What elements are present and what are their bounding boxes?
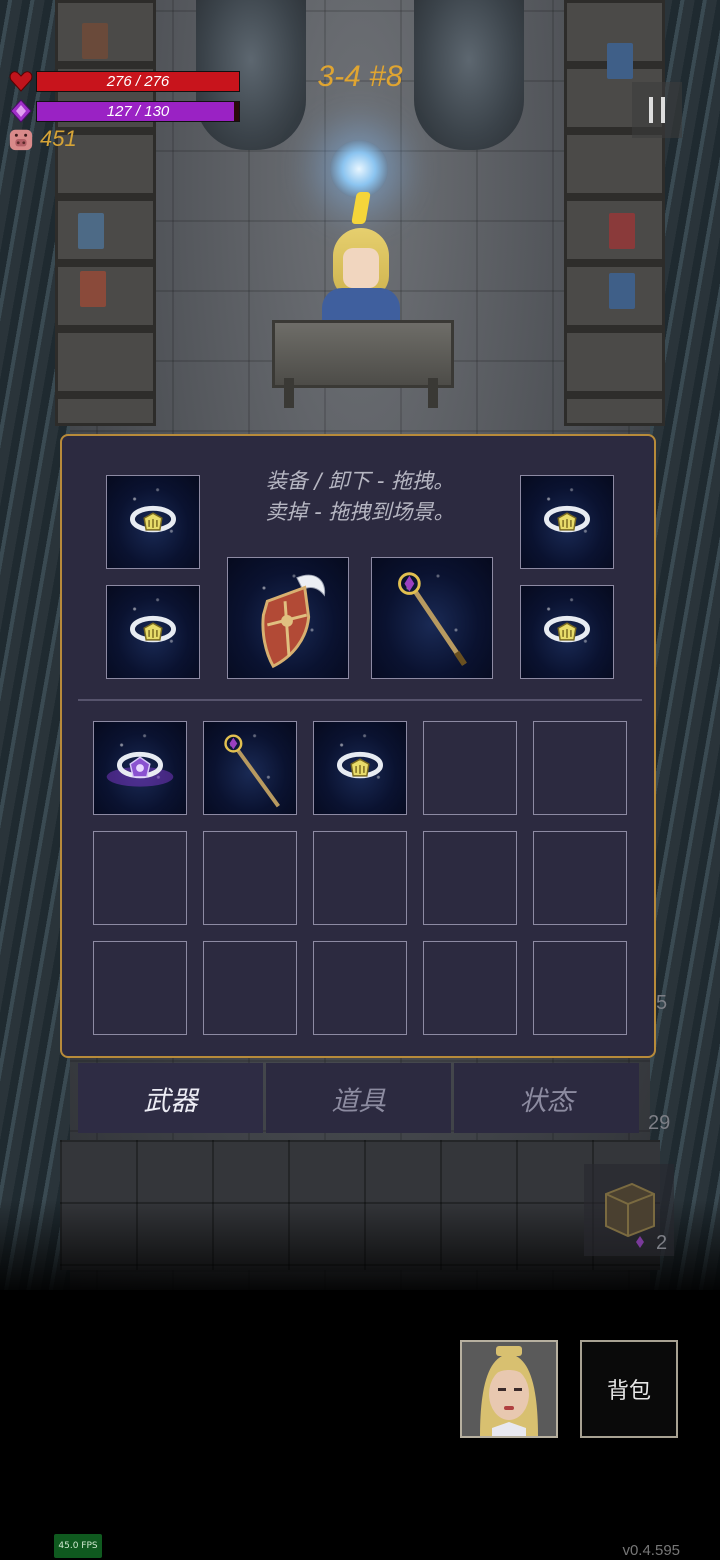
- pause-icon: [649, 97, 653, 123]
- bag-slot[interactable]: [203, 721, 297, 815]
- book: [78, 213, 104, 249]
- right-bookshelf: [564, 0, 665, 426]
- ring-yellow-gem-icon: [130, 505, 176, 533]
- book: [82, 23, 108, 59]
- desk-leg: [284, 378, 294, 408]
- ring-yellow-gem-icon: [337, 751, 383, 779]
- hp-row: 276 / 276: [8, 68, 240, 94]
- bag-slot[interactable]: [423, 721, 517, 815]
- equip-slot-ring-4[interactable]: [520, 585, 614, 679]
- bag-slot[interactable]: [533, 721, 627, 815]
- backpack-label: 背包: [606, 1379, 651, 1404]
- book: [609, 213, 635, 249]
- ring-yellow-gem-icon: [130, 615, 176, 643]
- book: [609, 273, 635, 309]
- side-counter-b: 29: [648, 1112, 671, 1134]
- side-counter-a: 5: [656, 992, 668, 1014]
- book: [607, 43, 633, 79]
- version-label: v0.4.595: [622, 1542, 680, 1559]
- cube-count: 2: [656, 1232, 668, 1254]
- instruction-sell: 卖掉 - 拖拽到场景。: [265, 500, 455, 524]
- staff-icon: [224, 734, 280, 808]
- hp-text: 276 / 276: [106, 72, 170, 90]
- character-portrait-icon: [462, 1342, 556, 1436]
- equip-slot-ring-1[interactable]: [106, 475, 200, 569]
- fps-counter: 45.0 FPS: [54, 1534, 102, 1558]
- pig-coin-icon: [8, 126, 34, 152]
- bag-slot[interactable]: [423, 941, 517, 1035]
- bag-slot[interactable]: [313, 831, 407, 925]
- bag-slot[interactable]: [93, 721, 187, 815]
- bag-slot[interactable]: [93, 831, 187, 925]
- ring-yellow-gem-icon: [544, 615, 590, 643]
- equip-slot-ring-2[interactable]: [106, 585, 200, 679]
- winged-shield-icon: [261, 574, 326, 669]
- mana-diamond-icon: [8, 98, 34, 124]
- merchant-desk: [272, 320, 454, 388]
- inventory-instructions: 装备 / 卸下 - 拖拽。 卖掉 - 拖拽到场景。: [220, 466, 500, 528]
- hp-bar: 276 / 276: [36, 70, 240, 92]
- staff-icon: [398, 572, 467, 666]
- gold-row: 451: [8, 126, 77, 152]
- mp-text: 127 / 130: [106, 102, 170, 120]
- mp-bar: 127 / 130: [36, 100, 240, 122]
- bag-slot[interactable]: [533, 831, 627, 925]
- bag-slot[interactable]: [313, 941, 407, 1035]
- equip-slot-weapon[interactable]: [371, 557, 493, 679]
- instruction-equip: 装备 / 卸下 - 拖拽。: [265, 469, 455, 493]
- bag-slot[interactable]: [313, 721, 407, 815]
- tab-items[interactable]: 道具: [266, 1063, 451, 1133]
- heart-icon: [8, 68, 34, 94]
- pause-icon-bar: [661, 97, 665, 123]
- bag-slot[interactable]: [423, 831, 517, 925]
- equip-slot-ring-3[interactable]: [520, 475, 614, 569]
- bag-slot[interactable]: [203, 941, 297, 1035]
- bag-slot[interactable]: [533, 941, 627, 1035]
- panel-divider: [78, 699, 642, 701]
- gargoyle-statue: [414, 0, 524, 150]
- bag-slot[interactable]: [93, 941, 187, 1035]
- gold-amount: 451: [40, 126, 77, 151]
- rune-cube-button[interactable]: 2: [584, 1164, 674, 1256]
- mp-row: 127 / 130: [8, 98, 240, 124]
- equip-slot-armor[interactable]: [227, 557, 349, 679]
- tab-weapons[interactable]: 武器: [78, 1063, 263, 1133]
- crystal-orb: [330, 140, 388, 198]
- backpack-button[interactable]: 背包: [580, 1340, 678, 1438]
- inventory-tabs: 武器 道具 状态: [78, 1063, 642, 1133]
- level-indicator: 3-4 #8: [317, 60, 403, 93]
- ring-purple-gem-icon: [106, 751, 174, 787]
- left-bookshelf: [55, 0, 156, 426]
- book: [80, 271, 106, 307]
- desk-leg: [428, 378, 438, 408]
- tab-status[interactable]: 状态: [454, 1063, 639, 1133]
- bag-slot[interactable]: [203, 831, 297, 925]
- npc-face: [343, 248, 379, 288]
- pause-button[interactable]: [632, 82, 682, 138]
- character-portrait-button[interactable]: [460, 1340, 558, 1438]
- ring-yellow-gem-icon: [544, 505, 590, 533]
